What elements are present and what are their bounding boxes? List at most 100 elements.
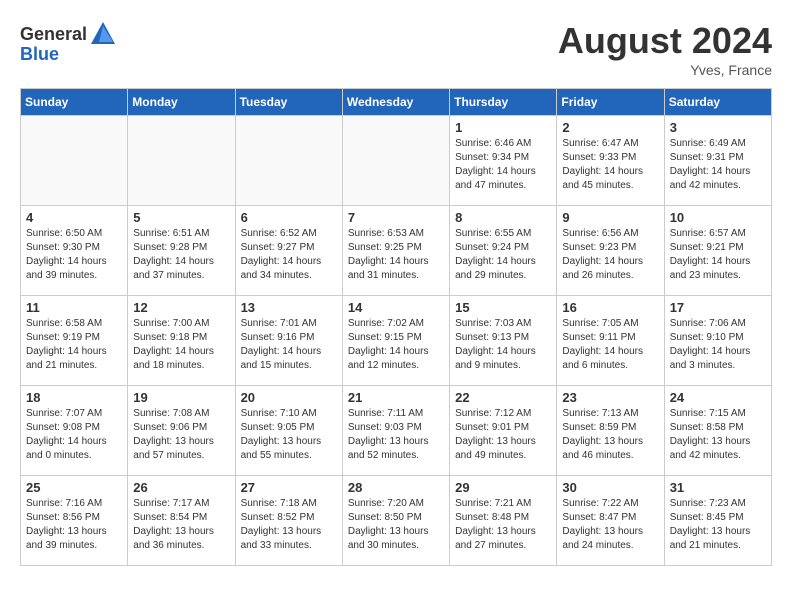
day-number: 30 [562, 480, 658, 495]
day-info: Sunrise: 7:16 AM Sunset: 8:56 PM Dayligh… [26, 497, 122, 553]
day-number: 22 [455, 390, 551, 405]
day-number: 19 [133, 390, 229, 405]
calendar-table: SundayMondayTuesdayWednesdayThursdayFrid… [20, 88, 772, 566]
day-number: 27 [241, 480, 337, 495]
day-number: 26 [133, 480, 229, 495]
day-info: Sunrise: 7:01 AM Sunset: 9:16 PM Dayligh… [241, 317, 337, 373]
day-number: 10 [670, 210, 766, 225]
day-number: 9 [562, 210, 658, 225]
day-info: Sunrise: 6:46 AM Sunset: 9:34 PM Dayligh… [455, 137, 551, 193]
logo: General Blue [20, 20, 119, 65]
day-number: 4 [26, 210, 122, 225]
day-header-tuesday: Tuesday [235, 89, 342, 116]
day-info: Sunrise: 6:52 AM Sunset: 9:27 PM Dayligh… [241, 227, 337, 283]
day-info: Sunrise: 7:06 AM Sunset: 9:10 PM Dayligh… [670, 317, 766, 373]
day-number: 2 [562, 120, 658, 135]
calendar-cell: 17 Sunrise: 7:06 AM Sunset: 9:10 PM Dayli… [664, 296, 771, 386]
calendar-cell: 28 Sunrise: 7:20 AM Sunset: 8:50 PM Dayli… [342, 476, 449, 566]
calendar-cell: 27 Sunrise: 7:18 AM Sunset: 8:52 PM Dayli… [235, 476, 342, 566]
calendar-cell [342, 116, 449, 206]
day-info: Sunrise: 7:08 AM Sunset: 9:06 PM Dayligh… [133, 407, 229, 463]
day-number: 11 [26, 300, 122, 315]
calendar-cell [21, 116, 128, 206]
calendar-cell: 16 Sunrise: 7:05 AM Sunset: 9:11 PM Dayli… [557, 296, 664, 386]
day-number: 1 [455, 120, 551, 135]
day-number: 21 [348, 390, 444, 405]
calendar-cell: 30 Sunrise: 7:22 AM Sunset: 8:47 PM Dayli… [557, 476, 664, 566]
day-info: Sunrise: 6:49 AM Sunset: 9:31 PM Dayligh… [670, 137, 766, 193]
day-number: 25 [26, 480, 122, 495]
calendar-cell: 3 Sunrise: 6:49 AM Sunset: 9:31 PM Daylig… [664, 116, 771, 206]
day-header-sunday: Sunday [21, 89, 128, 116]
day-info: Sunrise: 7:20 AM Sunset: 8:50 PM Dayligh… [348, 497, 444, 553]
day-info: Sunrise: 7:13 AM Sunset: 8:59 PM Dayligh… [562, 407, 658, 463]
calendar-cell: 22 Sunrise: 7:12 AM Sunset: 9:01 PM Dayli… [450, 386, 557, 476]
title-section: August 2024 Yves, France [558, 20, 772, 78]
day-header-thursday: Thursday [450, 89, 557, 116]
day-number: 5 [133, 210, 229, 225]
day-info: Sunrise: 7:18 AM Sunset: 8:52 PM Dayligh… [241, 497, 337, 553]
calendar-week-row: 1 Sunrise: 6:46 AM Sunset: 9:34 PM Daylig… [21, 116, 772, 206]
calendar-week-row: 4Sunrise: 6:50 AM Sunset: 9:30 PM Daylig… [21, 206, 772, 296]
calendar-cell [128, 116, 235, 206]
calendar-week-row: 18Sunrise: 7:07 AM Sunset: 9:08 PM Dayli… [21, 386, 772, 476]
day-number: 7 [348, 210, 444, 225]
logo-general-text: General [20, 24, 87, 45]
day-info: Sunrise: 7:21 AM Sunset: 8:48 PM Dayligh… [455, 497, 551, 553]
day-info: Sunrise: 6:55 AM Sunset: 9:24 PM Dayligh… [455, 227, 551, 283]
day-info: Sunrise: 7:23 AM Sunset: 8:45 PM Dayligh… [670, 497, 766, 553]
day-info: Sunrise: 7:15 AM Sunset: 8:58 PM Dayligh… [670, 407, 766, 463]
day-number: 3 [670, 120, 766, 135]
day-number: 15 [455, 300, 551, 315]
day-info: Sunrise: 6:47 AM Sunset: 9:33 PM Dayligh… [562, 137, 658, 193]
day-number: 20 [241, 390, 337, 405]
calendar-cell: 19 Sunrise: 7:08 AM Sunset: 9:06 PM Dayli… [128, 386, 235, 476]
calendar-cell: 29Sunrise: 7:21 AM Sunset: 8:48 PM Dayli… [450, 476, 557, 566]
calendar-week-row: 25 Sunrise: 7:16 AM Sunset: 8:56 PM Dayli… [21, 476, 772, 566]
calendar-cell: 12Sunrise: 7:00 AM Sunset: 9:18 PM Dayli… [128, 296, 235, 386]
calendar-cell: 26 Sunrise: 7:17 AM Sunset: 8:54 PM Dayli… [128, 476, 235, 566]
day-header-wednesday: Wednesday [342, 89, 449, 116]
day-info: Sunrise: 6:57 AM Sunset: 9:21 PM Dayligh… [670, 227, 766, 283]
calendar-cell: 31 Sunrise: 7:23 AM Sunset: 8:45 PM Dayli… [664, 476, 771, 566]
calendar-cell [235, 116, 342, 206]
calendar-cell: 5 Sunrise: 6:51 AM Sunset: 9:28 PM Daylig… [128, 206, 235, 296]
calendar-header-row: SundayMondayTuesdayWednesdayThursdayFrid… [21, 89, 772, 116]
calendar-cell: 18Sunrise: 7:07 AM Sunset: 9:08 PM Dayli… [21, 386, 128, 476]
calendar-cell: 14Sunrise: 7:02 AM Sunset: 9:15 PM Dayli… [342, 296, 449, 386]
calendar-cell: 24Sunrise: 7:15 AM Sunset: 8:58 PM Dayli… [664, 386, 771, 476]
day-number: 23 [562, 390, 658, 405]
day-info: Sunrise: 7:12 AM Sunset: 9:01 PM Dayligh… [455, 407, 551, 463]
day-number: 12 [133, 300, 229, 315]
day-info: Sunrise: 7:22 AM Sunset: 8:47 PM Dayligh… [562, 497, 658, 553]
calendar-cell: 7 Sunrise: 6:53 AM Sunset: 9:25 PM Daylig… [342, 206, 449, 296]
day-header-saturday: Saturday [664, 89, 771, 116]
calendar-cell: 1 Sunrise: 6:46 AM Sunset: 9:34 PM Daylig… [450, 116, 557, 206]
day-info: Sunrise: 7:17 AM Sunset: 8:54 PM Dayligh… [133, 497, 229, 553]
calendar-cell: 11 Sunrise: 6:58 AM Sunset: 9:19 PM Dayli… [21, 296, 128, 386]
logo-blue-text: Blue [20, 44, 59, 65]
calendar-cell: 4Sunrise: 6:50 AM Sunset: 9:30 PM Daylig… [21, 206, 128, 296]
day-info: Sunrise: 6:56 AM Sunset: 9:23 PM Dayligh… [562, 227, 658, 283]
day-info: Sunrise: 6:51 AM Sunset: 9:28 PM Dayligh… [133, 227, 229, 283]
day-info: Sunrise: 6:58 AM Sunset: 9:19 PM Dayligh… [26, 317, 122, 373]
calendar-cell: 10 Sunrise: 6:57 AM Sunset: 9:21 PM Dayli… [664, 206, 771, 296]
logo-icon [89, 20, 117, 48]
day-number: 16 [562, 300, 658, 315]
month-year-title: August 2024 [558, 20, 772, 62]
day-number: 31 [670, 480, 766, 495]
day-number: 28 [348, 480, 444, 495]
day-number: 18 [26, 390, 122, 405]
location-text: Yves, France [558, 62, 772, 78]
calendar-cell: 21Sunrise: 7:11 AM Sunset: 9:03 PM Dayli… [342, 386, 449, 476]
day-number: 17 [670, 300, 766, 315]
calendar-cell: 2 Sunrise: 6:47 AM Sunset: 9:33 PM Daylig… [557, 116, 664, 206]
day-info: Sunrise: 6:53 AM Sunset: 9:25 PM Dayligh… [348, 227, 444, 283]
page-header: General Blue August 2024 Yves, France [20, 20, 772, 78]
day-number: 14 [348, 300, 444, 315]
calendar-cell: 13Sunrise: 7:01 AM Sunset: 9:16 PM Dayli… [235, 296, 342, 386]
day-info: Sunrise: 7:05 AM Sunset: 9:11 PM Dayligh… [562, 317, 658, 373]
calendar-cell: 25 Sunrise: 7:16 AM Sunset: 8:56 PM Dayli… [21, 476, 128, 566]
calendar-week-row: 11 Sunrise: 6:58 AM Sunset: 9:19 PM Dayli… [21, 296, 772, 386]
day-header-monday: Monday [128, 89, 235, 116]
